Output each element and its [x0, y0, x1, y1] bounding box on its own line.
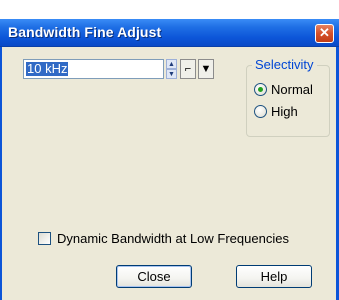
radio-normal[interactable] — [254, 83, 267, 96]
spin-up-icon[interactable]: ▲ — [166, 59, 177, 69]
window-border-left — [0, 47, 2, 300]
close-button[interactable]: Close — [116, 265, 192, 288]
radio-high-label[interactable]: High — [271, 104, 298, 119]
bandwidth-value: 10 kHz — [26, 61, 69, 76]
dynamic-bandwidth-checkbox[interactable] — [38, 232, 51, 245]
chevron-down-icon: ▼ — [200, 63, 212, 75]
title-bar[interactable]: Bandwidth Fine Adjust — [0, 19, 339, 47]
radio-normal-label[interactable]: Normal — [271, 82, 313, 97]
window-title: Bandwidth Fine Adjust — [8, 24, 162, 40]
dropdown-button[interactable]: ▼ — [198, 59, 214, 79]
step-icon: ⌐ — [184, 63, 192, 75]
bandwidth-spinner[interactable]: ▲ ▼ — [166, 59, 177, 79]
bandwidth-input[interactable]: 10 kHz — [23, 59, 164, 79]
selectivity-label: Selectivity — [252, 57, 317, 72]
selectivity-group — [246, 65, 330, 137]
spin-down-icon[interactable]: ▼ — [166, 69, 177, 79]
dynamic-bandwidth-label[interactable]: Dynamic Bandwidth at Low Frequencies — [57, 231, 289, 246]
radio-selected-dot — [258, 87, 263, 92]
radio-high[interactable] — [254, 105, 267, 118]
step-icon-button[interactable]: ⌐ — [180, 59, 196, 79]
close-window-icon[interactable]: ✕ — [315, 24, 334, 43]
help-button[interactable]: Help — [236, 265, 312, 288]
